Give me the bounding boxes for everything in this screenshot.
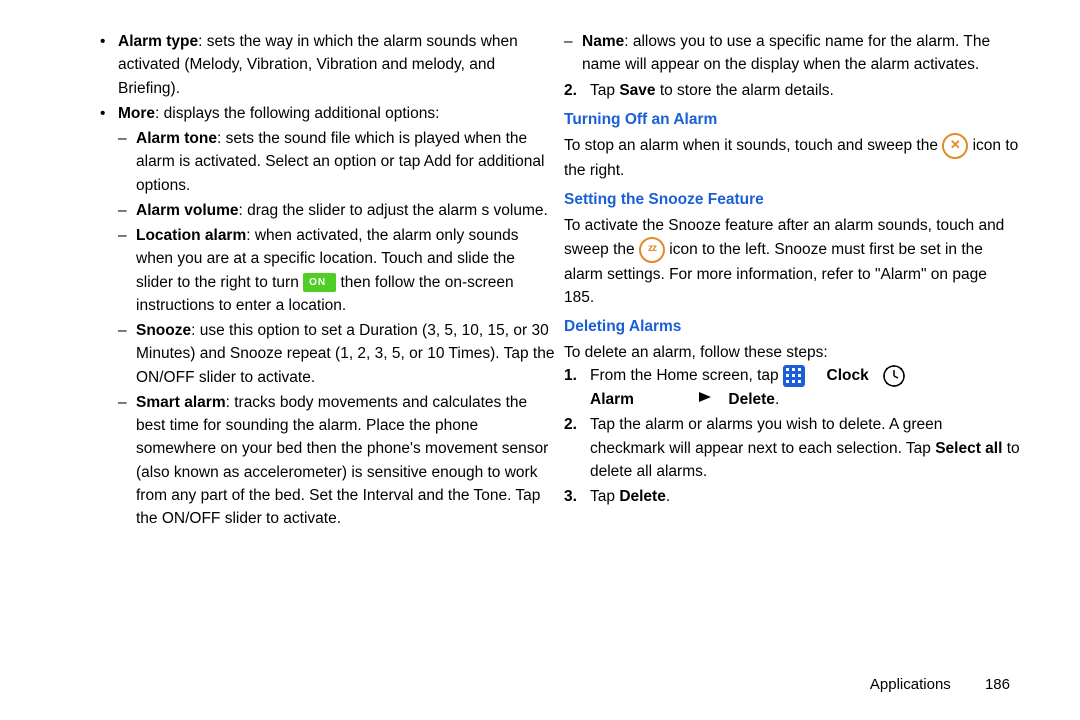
del3-c: . xyxy=(666,488,670,505)
clock-icon xyxy=(882,364,906,388)
subitem-location-alarm: – Location alarm: when activated, the al… xyxy=(118,224,556,317)
subitem-alarm-volume: – Alarm volume: drag the slider to adjus… xyxy=(118,199,556,222)
alarm-volume-text: : drag the slider to adjust the alarm s … xyxy=(239,202,548,219)
snooze-ref: Alarm xyxy=(880,266,920,283)
stop-x-icon: ✕ xyxy=(942,133,968,159)
step-number: 1. xyxy=(564,364,590,412)
del1-alarm: Alarm xyxy=(590,391,634,408)
del3-a: Tap xyxy=(590,488,619,505)
arrow-right-icon xyxy=(651,388,711,411)
name-text: : allows you to use a specific name for … xyxy=(582,33,990,73)
del1-a: From the Home screen, tap xyxy=(590,367,783,384)
dash-icon: – xyxy=(118,199,136,222)
turning-off-text: To stop an alarm when it sounds, touch a… xyxy=(564,133,1020,182)
delete-step-2: 2. Tap the alarm or alarms you wish to d… xyxy=(564,413,1020,483)
item-alarm-type: • Alarm type: sets the way in which the … xyxy=(100,30,556,100)
del1-delete: Delete xyxy=(728,391,775,408)
alarm-volume-label: Alarm volume xyxy=(136,202,239,219)
step-2-save: 2. Tap Save to store the alarm details. xyxy=(564,79,1020,102)
subitem-snooze: – Snooze: use this option to set a Durat… xyxy=(118,319,556,389)
footer-page: 186 xyxy=(985,676,1010,693)
heading-snooze: Setting the Snooze Feature xyxy=(564,188,1020,211)
dash-icon: – xyxy=(118,224,136,317)
del3-b: Delete xyxy=(619,488,666,505)
alarm-tone-label: Alarm tone xyxy=(136,130,217,147)
snooze-label: Snooze xyxy=(136,322,191,339)
alarm-type-label: Alarm type xyxy=(118,33,198,50)
page-footer: Applications 186 xyxy=(870,674,1010,697)
subitem-alarm-tone: – Alarm tone: sets the sound file which … xyxy=(118,127,556,197)
del1-dot: . xyxy=(775,391,779,408)
heading-turning-off: Turning Off an Alarm xyxy=(564,108,1020,131)
subitem-smart-alarm: – Smart alarm: tracks body movements and… xyxy=(118,391,556,531)
footer-section: Applications xyxy=(870,676,951,693)
step2-a: Tap xyxy=(590,82,619,99)
name-label: Name xyxy=(582,33,624,50)
del2-b: Select all xyxy=(935,440,1002,457)
location-label: Location alarm xyxy=(136,227,246,244)
snooze-setting-text: To activate the Snooze feature after an … xyxy=(564,214,1020,310)
step-number: 2. xyxy=(564,79,590,102)
apps-grid-icon xyxy=(783,365,805,387)
step-number: 2. xyxy=(564,413,590,483)
on-toggle-icon: ON xyxy=(303,273,336,292)
delete-step-3: 3. Tap Delete. xyxy=(564,485,1020,508)
del2-a: Tap the alarm or alarms you wish to dele… xyxy=(590,416,942,456)
item-more: • More: displays the following additiona… xyxy=(100,102,556,125)
dash-icon: – xyxy=(118,127,136,197)
dash-icon: – xyxy=(118,391,136,531)
step2-b: Save xyxy=(619,82,655,99)
delete-step-1: 1. From the Home screen, tap Clock xyxy=(564,364,1020,412)
bullet-icon: • xyxy=(100,30,118,100)
heading-delete: Deleting Alarms xyxy=(564,315,1020,338)
smart-label: Smart alarm xyxy=(136,394,226,411)
more-label: More xyxy=(118,105,155,122)
more-text: : displays the following additional opti… xyxy=(155,105,439,122)
del1-clock: Clock xyxy=(827,367,869,384)
left-column: • Alarm type: sets the way in which the … xyxy=(100,30,560,532)
subitem-name: – Name: allows you to use a specific nam… xyxy=(564,30,1020,77)
delete-intro: To delete an alarm, follow these steps: xyxy=(564,341,1020,364)
smart-text: : tracks body movements and calculates t… xyxy=(136,394,548,527)
dash-icon: – xyxy=(564,30,582,77)
step-number: 3. xyxy=(564,485,590,508)
off-text-a: To stop an alarm when it sounds, touch a… xyxy=(564,137,942,154)
snooze-zz-icon: zz xyxy=(639,237,665,263)
bullet-icon: • xyxy=(100,102,118,125)
manual-page: • Alarm type: sets the way in which the … xyxy=(0,0,1080,552)
right-column: – Name: allows you to use a specific nam… xyxy=(560,30,1020,532)
step2-c: to store the alarm details. xyxy=(656,82,834,99)
snooze-text: : use this option to set a Duration (3, … xyxy=(136,322,554,386)
dash-icon: – xyxy=(118,319,136,389)
